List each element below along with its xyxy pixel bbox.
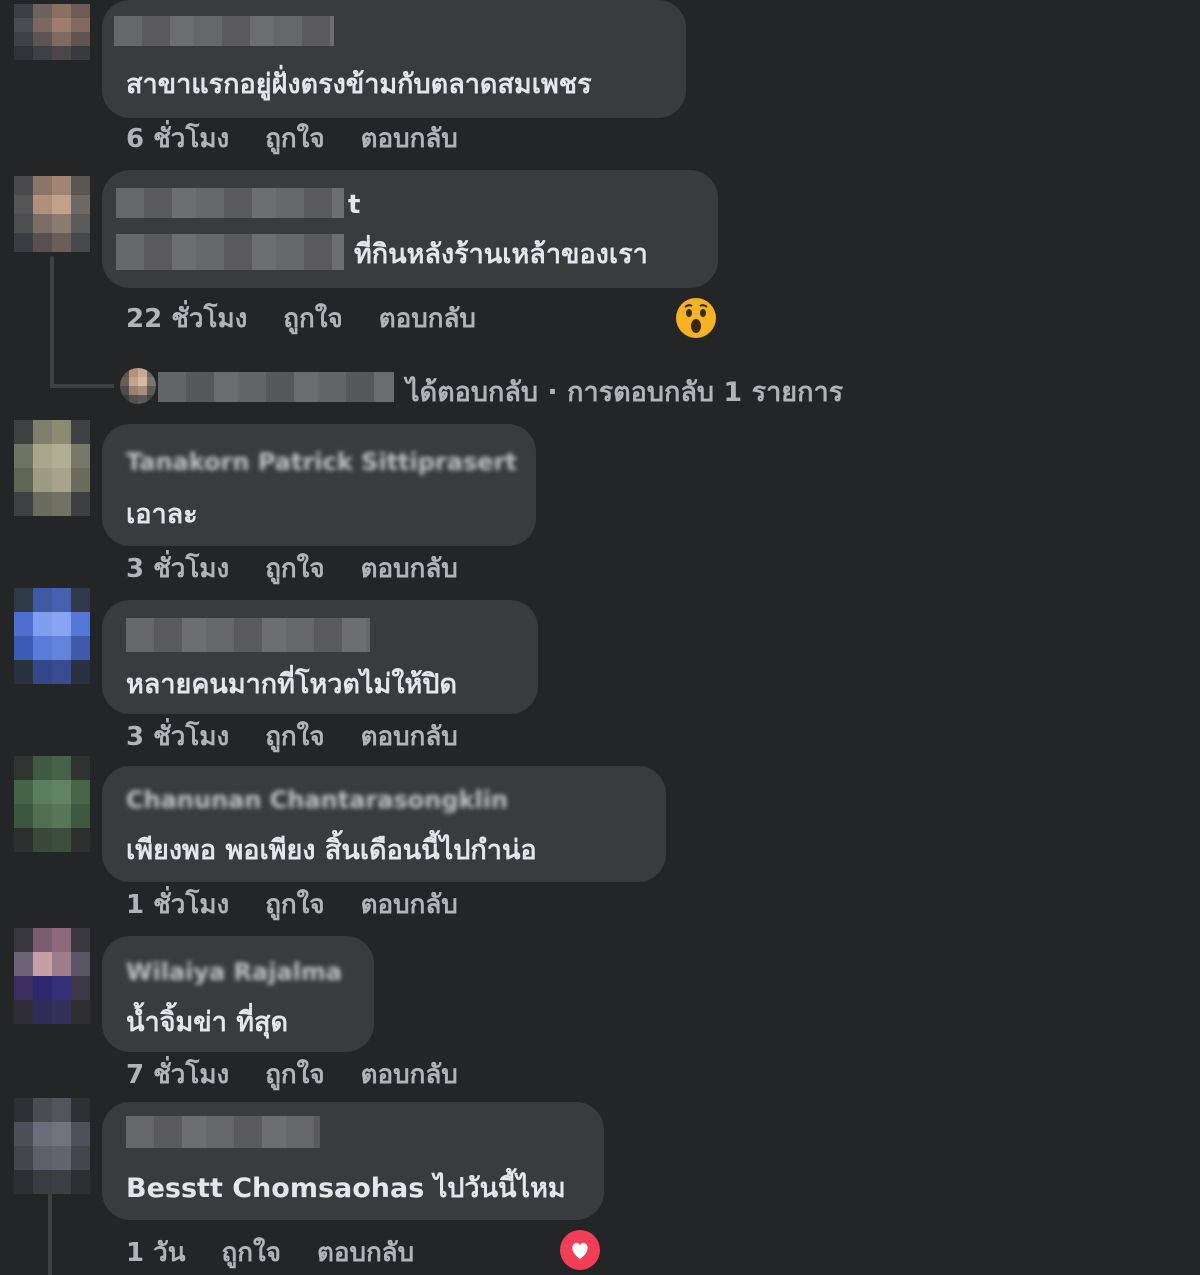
like-button[interactable]: ถูกใจ (283, 298, 342, 339)
reply-button[interactable]: ตอบกลับ (317, 1232, 414, 1273)
avatar[interactable] (14, 1098, 90, 1194)
comment-time: 3 ชั่วโมง (126, 721, 230, 752)
reply-button[interactable]: ตอบกลับ (361, 548, 458, 589)
avatar[interactable] (14, 588, 90, 684)
comment-actions: 22 ชั่วโมง ถูกใจ ตอบกลับ (126, 300, 476, 336)
like-button[interactable]: ถูกใจ (265, 548, 324, 589)
heart-emoji-icon (561, 1231, 599, 1269)
comment-bubble: Tanakorn Patrick Sittiprasert เอาละ (102, 424, 536, 546)
commenter-name-fragment[interactable]: t (348, 190, 360, 220)
like-button[interactable]: ถูกใจ (265, 716, 324, 757)
comment-text: ที่กินหลังร้านเหล้าของเรา (354, 239, 648, 270)
replies-summary[interactable]: ได้ตอบกลับ · การตอบกลับ 1 รายการ (406, 370, 843, 413)
comment-bubble: หลายคนมากที่โหวตไม่ให้ปิด (102, 600, 538, 714)
comment-actions: 7 ชั่วโมง ถูกใจ ตอบกลับ (126, 1056, 458, 1092)
commenter-name[interactable]: Wilaiya Rajalma (126, 958, 342, 986)
comment-time: 7 ชั่วโมง (126, 1059, 230, 1090)
comment-bubble: Besstt Chomsaohas ไปวันนี้ไหม (102, 1102, 604, 1220)
comment-text: Besstt Chomsaohas ไปวันนี้ไหม (126, 1173, 566, 1204)
comment-bubble: Chanunan Chantarasongklin เพียงพอ พอเพีย… (102, 766, 666, 882)
comment-text: เอาละ (126, 499, 198, 530)
comment-text: สาขาแรกอยู่ฝั่งตรงข้ามกับตลาดสมเพชร (126, 69, 592, 100)
avatar[interactable] (14, 928, 90, 1024)
commenter-name[interactable]: Tanakorn Patrick Sittiprasert (126, 448, 517, 476)
commenter-name-blurred[interactable] (114, 16, 334, 46)
reply-button[interactable]: ตอบกลับ (361, 716, 458, 757)
comment-actions: 6 ชั่วโมง ถูกใจ ตอบกลับ (126, 120, 458, 156)
comment-time: 3 ชั่วโมง (126, 553, 230, 584)
thread-line-elbow (50, 384, 114, 388)
view-replies-link[interactable]: ได้ตอบกลับ · การตอบกลับ 1 รายการ (120, 362, 960, 412)
thread-line-bottom (48, 1192, 52, 1275)
comment-text: น้ำจิ้มข่า ที่สุด (126, 1007, 289, 1038)
thread-line (50, 256, 54, 386)
like-button[interactable]: ถูกใจ (265, 118, 324, 159)
comment-text: หลายคนมากที่โหวตไม่ให้ปิด (126, 669, 457, 700)
comment-text: เพียงพอ พอเพียง สิ้นเดือนนี้ไปกำน่อ (126, 835, 537, 866)
reply-button[interactable]: ตอบกลับ (361, 1054, 458, 1095)
comment-actions: 1 วัน ถูกใจ ตอบกลับ (126, 1234, 414, 1270)
comment-actions: 3 ชั่วโมง ถูกใจ ตอบกลับ (126, 718, 458, 754)
heart-reaction-icon[interactable] (560, 1230, 600, 1270)
comment-bubble: Wilaiya Rajalma น้ำจิ้มข่า ที่สุด (102, 936, 374, 1052)
comment-time: 1 ชั่วโมง (126, 889, 230, 920)
comment-time: 1 วัน (126, 1237, 186, 1268)
avatar[interactable] (14, 176, 90, 252)
commenter-name-blurred[interactable] (126, 618, 370, 652)
like-button[interactable]: ถูกใจ (265, 1054, 324, 1095)
like-button[interactable]: ถูกใจ (265, 884, 324, 925)
commenter-name-blurred[interactable] (126, 1116, 320, 1148)
avatar[interactable] (14, 420, 90, 516)
comment-time: 22 ชั่วโมง (126, 303, 248, 334)
reply-button[interactable]: ตอบกลับ (361, 118, 458, 159)
reply-button[interactable]: ตอบกลับ (379, 298, 476, 339)
wow-reaction-icon[interactable] (676, 298, 716, 338)
replier-name-blurred (158, 372, 394, 402)
comment-actions: 1 ชั่วโมง ถูกใจ ตอบกลับ (126, 886, 458, 922)
avatar[interactable] (14, 756, 90, 852)
comment-actions: 3 ชั่วโมง ถูกใจ ตอบกลับ (126, 550, 458, 586)
comment-bubble: สาขาแรกอยู่ฝั่งตรงข้ามกับตลาดสมเพชร (102, 0, 686, 118)
avatar[interactable] (14, 4, 90, 60)
commenter-name-blurred[interactable] (116, 188, 344, 218)
commenter-name[interactable]: Chanunan Chantarasongklin (126, 786, 508, 814)
comment-time: 6 ชั่วโมง (126, 123, 230, 154)
wow-emoji-icon (677, 299, 715, 337)
reply-avatar (120, 368, 156, 404)
reply-button[interactable]: ตอบกลับ (361, 884, 458, 925)
comment-text-blurred (116, 234, 344, 270)
like-button[interactable]: ถูกใจ (222, 1232, 281, 1273)
comment-bubble: t ที่กินหลังร้านเหล้าของเรา (102, 170, 718, 288)
